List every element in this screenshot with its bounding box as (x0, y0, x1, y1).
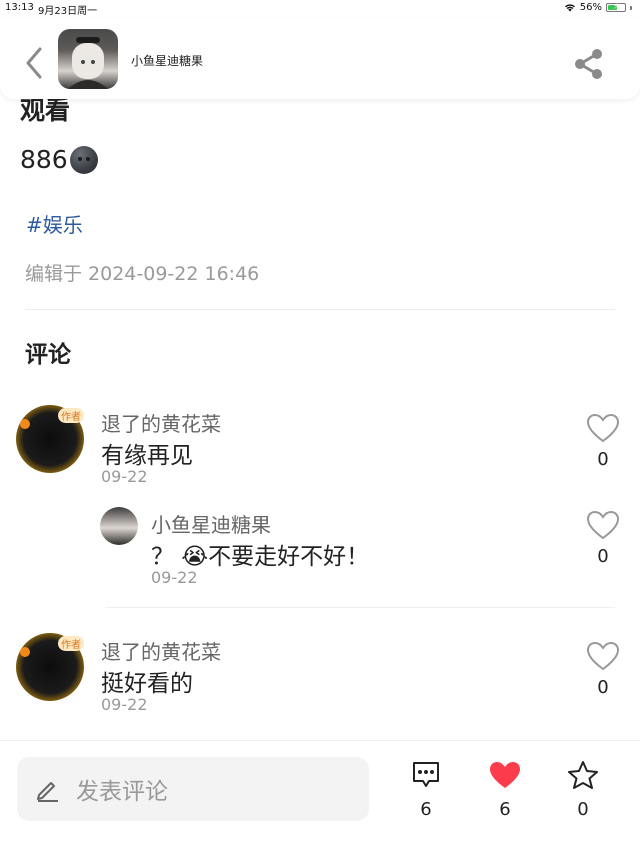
post-header: 小鱼星迪糖果 (0, 17, 640, 99)
heart-outline-icon (586, 641, 620, 671)
edited-timestamp: 编辑于 2024-09-22 16:46 (25, 263, 260, 285)
comment-like-count: 0 (597, 677, 609, 698)
divider (25, 309, 615, 310)
status-bar: 13:13 9月23日周一 56% ⚡ (0, 0, 640, 17)
favorite-count: 0 (577, 799, 589, 820)
post-tag[interactable]: #娱乐 (26, 209, 83, 238)
comment-input-placeholder: 发表评论 (76, 779, 168, 805)
battery-icon: ⚡ (606, 2, 626, 12)
commenter-avatar[interactable]: 作者 (16, 405, 84, 473)
author-badge: 作者 (58, 636, 84, 651)
reply-text: ？ 😭不要走好不好！ (151, 544, 370, 570)
comments-heading: 评论 (25, 342, 71, 368)
reply-avatar[interactable] (100, 507, 138, 545)
divider (105, 607, 615, 608)
heart-outline-icon (586, 510, 620, 540)
wifi-icon (564, 4, 575, 12)
status-date: 9月23日周一 (38, 6, 98, 17)
heart-filled-icon (490, 762, 520, 788)
reply-name[interactable]: 小鱼星迪糖果 (151, 509, 271, 538)
like-button[interactable]: 6 (485, 759, 525, 820)
status-right: 56% ⚡ (564, 2, 632, 13)
comment-like-button[interactable]: 0 (583, 413, 623, 470)
comment-date: 09-22 (101, 467, 148, 486)
author-name[interactable]: 小鱼星迪糖果 (131, 52, 203, 69)
author-avatar[interactable] (58, 29, 118, 89)
pencil-icon (37, 782, 58, 802)
share-icon[interactable] (572, 47, 606, 81)
commenter-avatar[interactable]: 作者 (16, 633, 84, 701)
commenter-name[interactable]: 退了的黄花菜 (101, 408, 221, 437)
back-button[interactable] (22, 45, 46, 81)
heart-outline-icon (586, 413, 620, 443)
like-count: 6 (499, 799, 511, 820)
comment-like-button[interactable]: 0 (583, 641, 623, 698)
favorite-button[interactable]: 0 (563, 759, 603, 820)
comment-text: 有缘再见 (101, 443, 193, 469)
reply-like-button[interactable]: 0 (583, 510, 623, 567)
star-outline-icon (568, 761, 598, 789)
status-time: 13:13 (5, 2, 34, 13)
reply-like-count: 0 (597, 546, 609, 567)
comments-count: 6 (420, 799, 432, 820)
new-moon-face-icon (69, 145, 98, 174)
comment-input[interactable]: 发表评论 (17, 757, 369, 821)
author-badge: 作者 (58, 408, 84, 423)
comment-date: 09-22 (101, 695, 148, 714)
post-body-text: 886 (20, 145, 68, 174)
battery-percent: 56% (579, 2, 602, 13)
commenter-name[interactable]: 退了的黄花菜 (101, 636, 221, 665)
comment-text: 挺好看的 (101, 671, 193, 697)
bottom-action-bar: 发表评论 6 6 0 (0, 740, 640, 854)
comment-like-count: 0 (597, 449, 609, 470)
reply-date: 09-22 (151, 568, 198, 587)
comments-button[interactable]: 6 (406, 759, 446, 820)
comment-bubble-icon (413, 762, 439, 787)
post-body: 886 (20, 145, 98, 174)
